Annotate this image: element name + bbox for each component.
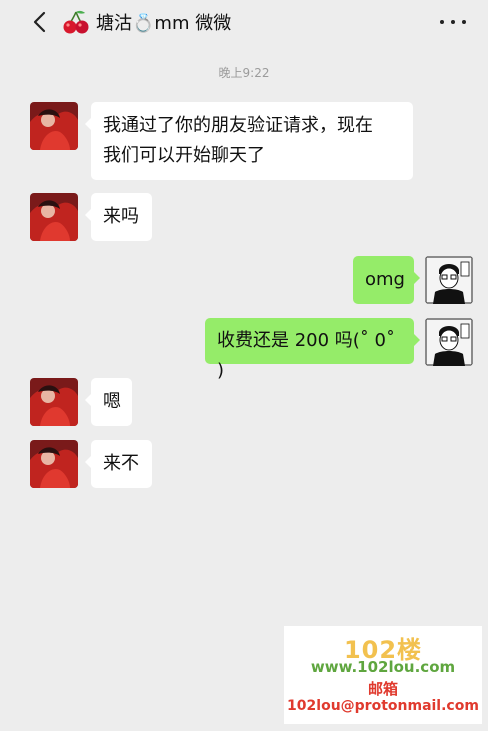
message-text: 来吗 xyxy=(103,206,139,227)
watermark-site: www.102lou.com xyxy=(310,658,456,676)
chevron-left-icon[interactable] xyxy=(28,8,54,36)
chat-title[interactable]: 塘沽💍mm 微微 xyxy=(62,9,231,35)
contact-avatar[interactable] xyxy=(30,193,78,241)
contact-avatar[interactable] xyxy=(30,102,78,150)
message-text: 嗯 xyxy=(103,391,121,412)
message-text: 我通过了你的朋友验证请求，现在 xyxy=(103,115,373,136)
contact-avatar[interactable] xyxy=(30,378,78,426)
contact-name: 塘沽💍mm 微微 xyxy=(96,13,232,34)
message-text: 收费还是 200 吗(˚ 0˚ ) xyxy=(217,330,395,381)
contact-avatar[interactable] xyxy=(30,440,78,488)
watermark-mail-label: 邮箱 xyxy=(367,680,398,698)
message-bubble[interactable]: omg xyxy=(353,256,420,304)
message-text: 来不 xyxy=(103,453,139,474)
message-bubble[interactable]: 我通过了你的朋友验证请求，现在 我们可以开始聊天了 xyxy=(85,102,413,180)
watermark: 102楼 www.102lou.com 邮箱 102lou@protonmail… xyxy=(284,626,482,724)
cherry-icon xyxy=(63,10,89,34)
self-avatar[interactable] xyxy=(425,318,473,366)
message-timestamp: 晚上9:22 xyxy=(218,66,270,80)
message-text: 我们可以开始聊天了 xyxy=(103,145,265,166)
self-avatar[interactable] xyxy=(425,256,473,304)
message-bubble[interactable]: 来吗 xyxy=(85,193,152,241)
message-bubble[interactable]: 收费还是 200 吗(˚ 0˚ ) xyxy=(205,318,420,381)
message-bubble[interactable]: 嗯 xyxy=(85,378,132,426)
message-text: omg xyxy=(365,269,405,290)
more-options-icon[interactable] xyxy=(440,12,466,32)
watermark-email: 102lou@protonmail.com xyxy=(287,698,479,714)
chat-header: 塘沽💍mm 微微 xyxy=(0,0,488,44)
message-bubble[interactable]: 来不 xyxy=(85,440,152,488)
